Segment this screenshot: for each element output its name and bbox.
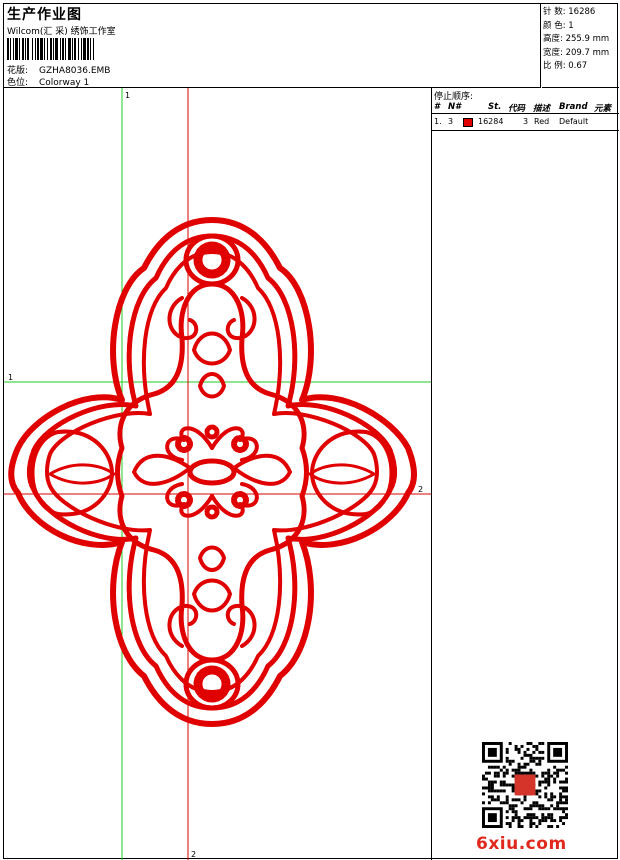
stop-sequence-header: # N# St. 代码 描述 Brand 元素 [432, 100, 619, 114]
col-code: 代码 [508, 104, 526, 114]
design-height: 高度: 255.9 mm [543, 34, 610, 44]
embroidery-motif [8, 217, 417, 727]
stop-needle: 3 [448, 117, 454, 126]
guide-label-h2: 2 [418, 485, 423, 494]
company-name: Wilcom(汇 采) 绣饰工作室 [7, 27, 116, 37]
colorway-label: 色位: [7, 78, 29, 88]
sheet-header: 生产作业图 Wilcom(汇 采) 绣饰工作室 花版: GZHA8036.EMB … [4, 4, 541, 88]
stitch-count: 针 数: 16286 [543, 7, 596, 17]
embroidery-design: 1 1 2 2 [4, 88, 431, 860]
colorway-value: Colorway 1 [39, 78, 90, 88]
design-scale: 比 例: 0.67 [543, 61, 588, 71]
colorway-row: 色位: Colorway 1 [7, 75, 89, 88]
design-canvas: 1 1 2 2 [4, 88, 432, 860]
col-n: N# [448, 102, 462, 112]
stop-sequence-panel: 停止顺序: # N# St. 代码 描述 Brand 元素 1. 3 16284… [432, 88, 619, 860]
watermark-site: 6xiu.com [476, 834, 567, 854]
sheet-title: 生产作业图 [7, 7, 82, 23]
guide-label-v1: 1 [125, 91, 130, 100]
col-st: St. [488, 102, 502, 112]
stop-code: 3 [523, 117, 529, 126]
design-specs: 针 数: 16286 颜 色: 1 高度: 255.9 mm 宽度: 209.7… [542, 4, 619, 88]
col-element: 元素 [594, 104, 612, 114]
guide-label-v2: 2 [191, 850, 196, 859]
color-count: 颜 色: 1 [543, 20, 574, 31]
stop-index: 1. [434, 117, 442, 126]
stop-desc: Red [534, 117, 550, 126]
guide-label-h1: 1 [8, 373, 13, 382]
thread-color-swatch [463, 118, 473, 127]
col-hash: # [434, 102, 440, 112]
barcode [7, 38, 155, 60]
stop-row: 1. 3 16284 3 Red Default [432, 115, 619, 131]
qr-code [482, 742, 568, 828]
stop-stitches: 16284 [478, 117, 504, 126]
col-desc: 描述 [533, 104, 551, 114]
design-width: 宽度: 209.7 mm [543, 47, 610, 58]
production-sheet: 生产作业图 Wilcom(汇 采) 绣饰工作室 花版: GZHA8036.EMB … [3, 3, 619, 860]
stop-brand: Default [559, 117, 589, 126]
col-brand: Brand [559, 102, 588, 112]
